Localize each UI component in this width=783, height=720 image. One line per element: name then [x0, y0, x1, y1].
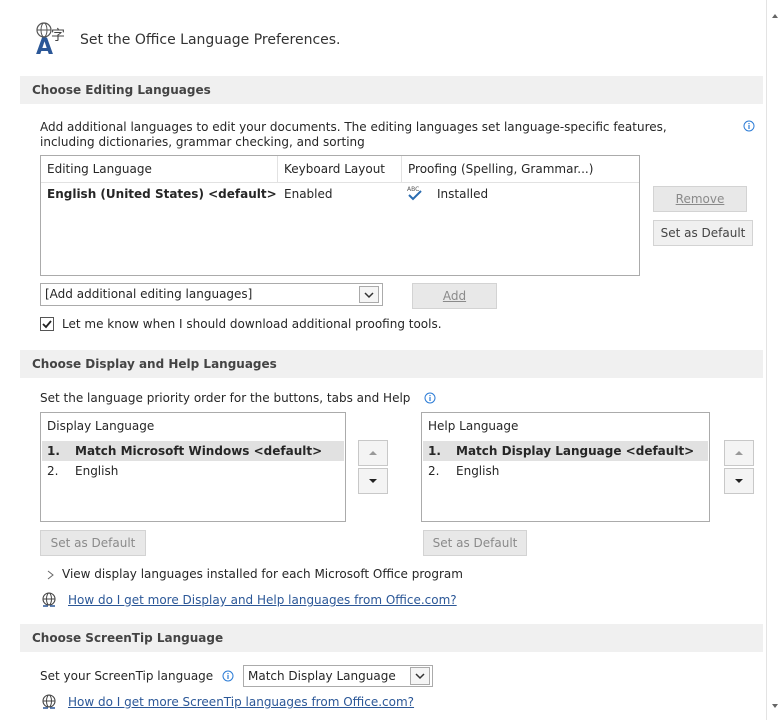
- cell-proofing: Installed: [437, 187, 489, 201]
- proofing-check-icon: ABC: [406, 184, 424, 202]
- add-button-label: Add: [442, 289, 467, 303]
- page-title: Set the Office Language Preferences.: [80, 32, 341, 48]
- more-display-languages-link[interactable]: How do I get more Display and Help langu…: [68, 593, 457, 607]
- info-icon[interactable]: [222, 670, 234, 682]
- editing-description: Add additional languages to edit your do…: [40, 120, 667, 149]
- set-as-default-editing-button[interactable]: Set as Default: [653, 220, 753, 246]
- col-header-editing-language[interactable]: Editing Language: [47, 162, 152, 176]
- add-language-dropdown-value: [Add additional editing languages]: [45, 287, 253, 301]
- svg-text:ABC: ABC: [407, 186, 419, 193]
- screentip-dropdown-value: Match Display Language: [248, 669, 396, 683]
- display-move-up-button[interactable]: [358, 440, 388, 466]
- globe-link-icon: [40, 591, 58, 609]
- expand-triangle-icon[interactable]: [46, 569, 56, 580]
- col-divider: [401, 156, 402, 182]
- col-header-proofing[interactable]: Proofing (Spelling, Grammar...): [408, 162, 593, 176]
- chevron-down-icon[interactable]: [359, 286, 379, 303]
- set-as-default-display-button[interactable]: Set as Default: [40, 530, 146, 556]
- editing-languages-table[interactable]: Editing Language Keyboard Layout Proofin…: [40, 155, 640, 276]
- add-language-dropdown[interactable]: [Add additional editing languages]: [40, 283, 383, 306]
- table-header-row: Editing Language Keyboard Layout Proofin…: [41, 156, 639, 183]
- list-item-number: 2.: [428, 464, 440, 478]
- scroll-down-icon[interactable]: [770, 700, 780, 710]
- remove-button-label: Remove: [675, 192, 725, 206]
- list-item-label: English: [75, 464, 119, 478]
- display-list-header: Display Language: [47, 419, 155, 433]
- list-item-label: Match Display Language <default>: [456, 444, 695, 458]
- screentip-dropdown[interactable]: Match Display Language: [243, 665, 433, 687]
- list-item-number: 2.: [47, 464, 59, 478]
- scroll-up-icon[interactable]: [770, 10, 780, 20]
- cell-keyboard: Enabled: [284, 187, 333, 201]
- info-icon[interactable]: [424, 392, 436, 404]
- help-move-up-button[interactable]: [724, 440, 754, 466]
- help-language-list[interactable]: Help Language 1. Match Display Language …: [421, 412, 710, 522]
- list-item[interactable]: 1. Match Display Language <default>: [423, 441, 708, 461]
- list-item-label: Match Microsoft Windows <default>: [75, 444, 323, 458]
- display-description: Set the language priority order for the …: [40, 391, 411, 405]
- download-proofing-checkbox[interactable]: [40, 317, 54, 331]
- table-row[interactable]: English (United States) <default> Enable…: [41, 184, 639, 206]
- list-item-label: English: [456, 464, 500, 478]
- remove-button[interactable]: Remove: [653, 186, 747, 212]
- col-header-keyboard-layout[interactable]: Keyboard Layout: [284, 162, 385, 176]
- more-screentip-languages-link[interactable]: How do I get more ScreenTip languages fr…: [68, 695, 414, 709]
- display-move-down-button[interactable]: [358, 468, 388, 494]
- globe-link-icon: [40, 693, 58, 711]
- set-as-default-editing-label: Set as Default: [660, 226, 746, 240]
- list-item[interactable]: 2. English: [423, 461, 708, 481]
- vertical-scrollbar[interactable]: [766, 0, 783, 720]
- info-icon[interactable]: [743, 120, 755, 132]
- download-proofing-label[interactable]: Let me know when I should download addit…: [62, 317, 442, 331]
- language-icon: A 字: [34, 20, 74, 60]
- help-move-down-button[interactable]: [724, 468, 754, 494]
- svg-text:字: 字: [51, 28, 65, 44]
- view-installed-languages-link[interactable]: View display languages installed for eac…: [62, 567, 463, 581]
- chevron-down-icon[interactable]: [410, 667, 430, 685]
- section-display-header: Choose Display and Help Languages: [20, 350, 763, 378]
- cell-language: English (United States) <default>: [47, 187, 277, 201]
- add-button[interactable]: Add: [412, 283, 497, 309]
- screentip-label: Set your ScreenTip language: [40, 669, 214, 683]
- section-editing-header: Choose Editing Languages: [20, 76, 763, 104]
- set-as-default-help-button[interactable]: Set as Default: [423, 530, 527, 556]
- list-item-number: 1.: [47, 444, 60, 458]
- section-screentip-header: Choose ScreenTip Language: [20, 624, 763, 652]
- set-as-default-help-label: Set as Default: [432, 536, 518, 550]
- help-list-header: Help Language: [428, 419, 519, 433]
- set-as-default-display-label: Set as Default: [50, 536, 136, 550]
- list-item[interactable]: 1. Match Microsoft Windows <default>: [42, 441, 344, 461]
- display-language-list[interactable]: Display Language 1. Match Microsoft Wind…: [40, 412, 346, 522]
- list-item[interactable]: 2. English: [42, 461, 344, 481]
- col-divider: [277, 156, 278, 182]
- list-item-number: 1.: [428, 444, 441, 458]
